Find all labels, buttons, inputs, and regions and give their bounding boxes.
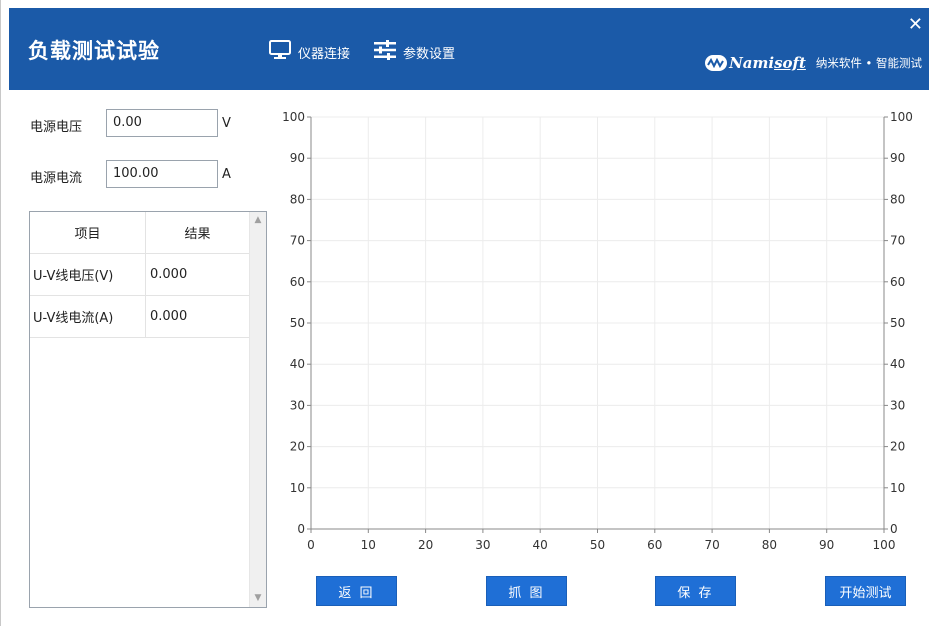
x-tick-label: 60 xyxy=(647,538,662,552)
vertical-scrollbar[interactable]: ▲ ▼ xyxy=(249,212,266,607)
left-y-tick-label: 0 xyxy=(297,522,305,536)
namisoft-logo-icon xyxy=(705,55,728,71)
right-y-tick-label: 80 xyxy=(890,192,905,206)
results-table: 项目 结果 U-V线电压(V) 0.000 U-V线电流(A) 0.000 xyxy=(30,212,249,338)
brand-tagline: 纳米软件 • 智能测试 xyxy=(815,56,922,70)
table-row[interactable]: U-V线电压(V) 0.000 xyxy=(30,253,249,296)
start-test-button[interactable]: 开始测试 xyxy=(825,576,906,606)
monitor-icon xyxy=(268,39,298,65)
left-y-tick-label: 30 xyxy=(290,398,305,412)
parameter-settings-label: 参数设置 xyxy=(403,46,456,62)
left-y-tick-label: 40 xyxy=(290,357,305,371)
left-y-tick-label: 100 xyxy=(282,110,305,124)
x-tick-label: 40 xyxy=(533,538,548,552)
right-y-tick-label: 100 xyxy=(890,110,913,124)
right-y-tick-label: 10 xyxy=(890,481,905,495)
left-y-tick-label: 70 xyxy=(290,234,305,248)
column-header-result: 结果 xyxy=(145,212,249,254)
table-cell-item: U-V线电流(A) xyxy=(30,295,146,338)
x-tick-label: 70 xyxy=(704,538,719,552)
right-y-tick-label: 40 xyxy=(890,357,905,371)
table-cell-result: 0.000 xyxy=(145,253,249,296)
app-window: 负载测试试验 仪器连接 参数设置 ✕ Namisoft 纳米软件 • 智能测试 … xyxy=(0,0,929,626)
table-cell-item: U-V线电压(V) xyxy=(30,253,146,296)
x-tick-label: 20 xyxy=(418,538,433,552)
left-y-tick-label: 20 xyxy=(290,440,305,454)
right-y-tick-label: 70 xyxy=(890,234,905,248)
left-y-tick-label: 10 xyxy=(290,481,305,495)
right-y-tick-label: 20 xyxy=(890,440,905,454)
x-tick-label: 50 xyxy=(590,538,605,552)
x-tick-label: 10 xyxy=(361,538,376,552)
instrument-connect-button[interactable]: 仪器连接 xyxy=(268,39,350,65)
right-y-tick-label: 50 xyxy=(890,316,905,330)
current-label: 电源电流 xyxy=(30,171,83,186)
x-tick-label: 80 xyxy=(762,538,777,552)
x-tick-label: 0 xyxy=(307,538,315,552)
left-y-tick-label: 60 xyxy=(290,275,305,289)
column-header-item: 项目 xyxy=(30,212,146,254)
close-icon[interactable]: ✕ xyxy=(908,16,923,34)
current-unit: A xyxy=(222,167,231,182)
scroll-up-icon[interactable]: ▲ xyxy=(250,212,266,229)
table-header-row: 项目 结果 xyxy=(30,212,249,254)
left-y-tick-label: 90 xyxy=(290,151,305,165)
table-row[interactable]: U-V线电流(A) 0.000 xyxy=(30,295,249,338)
instrument-connect-label: 仪器连接 xyxy=(298,46,351,62)
voltage-input[interactable]: 0.00 xyxy=(106,109,218,137)
parameter-settings-button[interactable]: 参数设置 xyxy=(373,39,455,65)
right-y-tick-label: 90 xyxy=(890,151,905,165)
right-y-tick-label: 60 xyxy=(890,275,905,289)
x-tick-label: 100 xyxy=(873,538,896,552)
title-bar: 负载测试试验 仪器连接 参数设置 ✕ Namisoft 纳米软件 • 智能测试 xyxy=(9,8,929,90)
sliders-icon xyxy=(373,39,403,65)
right-y-tick-label: 30 xyxy=(890,398,905,412)
brand-area: Namisoft 纳米软件 • 智能测试 xyxy=(705,54,922,72)
save-button[interactable]: 保 存 xyxy=(655,576,736,606)
left-y-tick-label: 80 xyxy=(290,192,305,206)
capture-button[interactable]: 抓 图 xyxy=(486,576,567,606)
app-title: 负载测试试验 xyxy=(28,39,160,63)
left-y-tick-label: 50 xyxy=(290,316,305,330)
right-y-tick-label: 0 xyxy=(890,522,898,536)
table-cell-result: 0.000 xyxy=(145,295,249,338)
test-chart: 0 010 1020 2030 3040 4050 5060 6070 7080 8090 9010… xyxy=(282,110,913,552)
current-input[interactable]: 100.00 xyxy=(106,160,218,188)
x-tick-label: 90 xyxy=(819,538,834,552)
scroll-down-icon[interactable]: ▼ xyxy=(250,590,266,607)
voltage-label: 电源电压 xyxy=(30,120,83,135)
voltage-unit: V xyxy=(222,116,231,131)
results-table-panel: 项目 结果 U-V线电压(V) 0.000 U-V线电流(A) 0.000 ▲ … xyxy=(29,211,267,608)
brand-logo-text: Namisoft xyxy=(729,54,806,72)
x-tick-label: 30 xyxy=(475,538,490,552)
back-button[interactable]: 返 回 xyxy=(316,576,397,606)
